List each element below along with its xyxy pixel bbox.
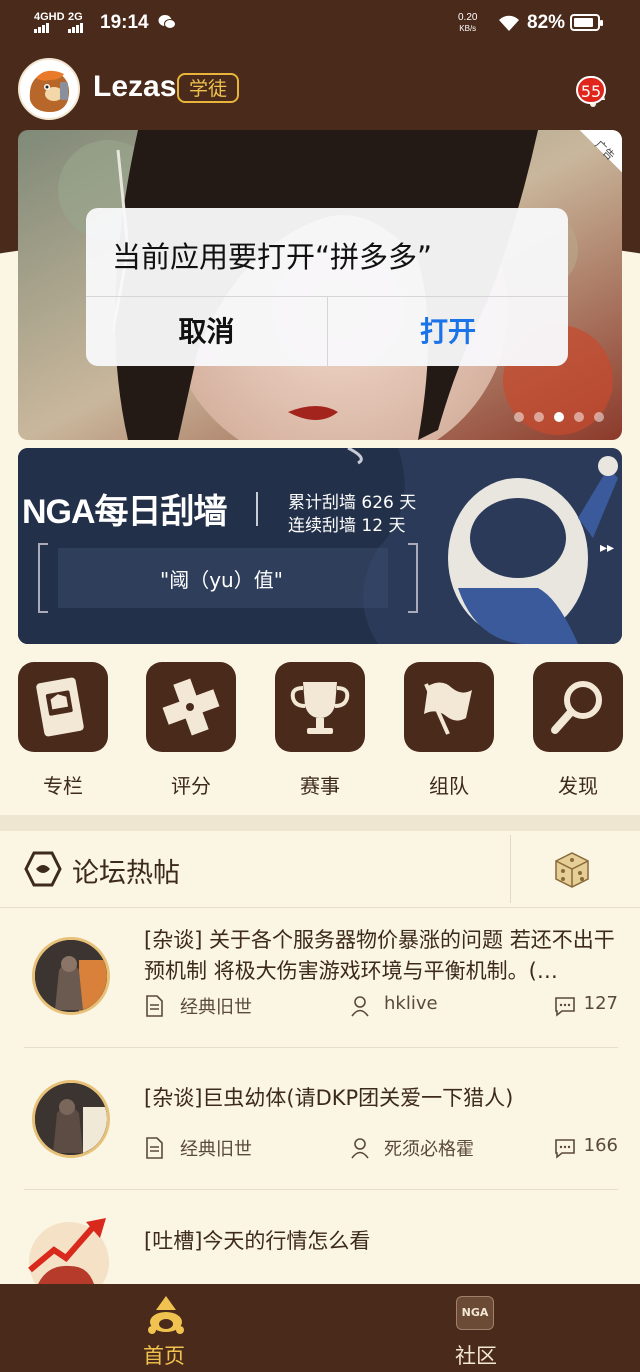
battery-icon — [570, 14, 603, 31]
avatar-character-icon — [20, 60, 78, 118]
nga-signin-logo: NGA每日刮墙 — [22, 493, 228, 531]
board-doc-icon — [146, 995, 163, 1017]
rank-badge: 学徒 — [177, 73, 240, 103]
network-speed-value: 0.20 — [458, 12, 478, 23]
hunter-avatar-icon — [35, 1083, 107, 1155]
username[interactable]: Lezas — [93, 70, 176, 104]
trophy-icon[interactable] — [275, 662, 365, 752]
shortcut-label: 发现 — [558, 774, 598, 798]
flag-team-icon[interactable] — [404, 662, 494, 752]
post-divider — [24, 1189, 618, 1190]
network-label-2: 2G — [68, 11, 83, 23]
bottom-tab-bar: 首页 NGA 社区 — [0, 1284, 640, 1372]
bull-market-avatar-icon — [28, 1218, 109, 1284]
post-board[interactable]: 经典旧世 — [180, 1135, 252, 1161]
header-divider — [510, 835, 511, 903]
comment-bubble-icon — [555, 1139, 575, 1159]
signin-background — [18, 448, 622, 644]
section-title: 论坛热帖 — [72, 858, 180, 889]
signin-divider — [256, 492, 258, 526]
carousel-indicator — [514, 412, 604, 422]
open-button[interactable]: 打开 — [328, 297, 568, 366]
warrior-avatar-icon — [35, 940, 107, 1012]
signal-bars-icon — [68, 23, 84, 36]
cancel-button[interactable]: 取消 — [86, 297, 327, 366]
wechat-notification-icon — [158, 15, 176, 29]
tab-community-label: 社区 — [455, 1344, 497, 1368]
clock: 19:14 — [100, 12, 149, 33]
signal-bars-icon — [34, 23, 50, 36]
open-app-dialog: 当前应用要打开“拼多多” 取消 打开 — [86, 208, 568, 366]
wifi-icon — [499, 15, 519, 31]
network-label-1: 4GHD — [34, 11, 65, 23]
comment-bubble-icon — [555, 997, 575, 1017]
signal-4g: 4GHD — [34, 12, 65, 36]
home-paw-icon — [148, 1296, 184, 1334]
column-book-icon[interactable] — [18, 662, 108, 752]
carousel-dot — [534, 412, 544, 422]
post-author-avatar[interactable] — [32, 937, 110, 1015]
post-board[interactable]: 经典旧世 — [180, 993, 252, 1019]
community-nga-icon: NGA — [456, 1296, 494, 1330]
post-reply-count: 127 — [583, 993, 618, 1014]
carousel-dot — [514, 412, 524, 422]
user-avatar[interactable] — [18, 58, 80, 120]
post-author[interactable]: hklive — [384, 993, 438, 1014]
post-author-avatar[interactable] — [32, 1080, 110, 1158]
author-person-icon — [351, 1138, 369, 1159]
magnifier-discover-icon[interactable] — [533, 662, 623, 752]
signal-2g: 2G — [68, 12, 84, 36]
battery-percent: 82% — [527, 12, 566, 33]
shortcut-label: 组队 — [429, 774, 469, 798]
board-doc-icon — [146, 1137, 163, 1159]
post-meta: 经典旧世 死须必格霍 166 — [144, 1135, 618, 1163]
tab-community[interactable]: NGA 社区 — [316, 1284, 636, 1372]
post-author[interactable]: 死须必格霍 — [384, 1135, 474, 1161]
quote-bracket-left — [38, 543, 48, 613]
tab-home-label: 首页 — [143, 1344, 185, 1368]
carousel-dot — [594, 412, 604, 422]
streak-signin-days: 连续刮墙 12 天 — [288, 516, 406, 536]
notification-count-badge: 55 — [576, 76, 606, 104]
daily-word: "阈（yu）值" — [160, 568, 283, 592]
quote-bracket-right — [408, 543, 418, 613]
shortcut-row: 专栏 评分 赛事 组队 发现 — [0, 662, 640, 802]
network-speed: 0.20 KB/s — [458, 12, 477, 34]
chevron-right-icon: ▸▸ — [600, 540, 615, 556]
shortcut-label: 赛事 — [300, 774, 340, 798]
gamepad-rating-icon[interactable] — [146, 662, 236, 752]
daily-signin-card[interactable]: NGA每日刮墙 累计刮墙 626 天 连续刮墙 12 天 "阈（yu）值" ▸▸ — [18, 448, 622, 644]
status-bar: 4GHD 2G 19:14 0.20 KB/s 82% — [0, 0, 640, 48]
nga-forum-icon — [24, 851, 62, 887]
community-icon-text: NGA — [461, 1306, 489, 1319]
network-speed-unit: KB/s — [459, 24, 477, 33]
post-title[interactable]: [杂谈]巨虫幼体(请DKP团关爱一下猎人) — [144, 1083, 618, 1114]
total-signin-days: 累计刮墙 626 天 — [288, 493, 417, 513]
post-reply-count: 166 — [583, 1135, 618, 1156]
carousel-dot — [574, 412, 584, 422]
dice-random-icon[interactable] — [552, 849, 592, 889]
post-title[interactable]: [吐槽]今天的行情怎么看 — [144, 1226, 618, 1257]
post-title[interactable]: [杂谈] 关于各个服务器物价暴涨的问题 若还不出干预机制 将极大伤害游戏环境与平… — [144, 925, 618, 987]
shortcut-label: 专栏 — [43, 774, 83, 798]
shortcut-label: 评分 — [171, 774, 211, 798]
carousel-dot-active — [554, 412, 564, 422]
dialog-message: 当前应用要打开“拼多多” — [112, 240, 433, 274]
section-separator — [0, 815, 640, 831]
ad-label: 广告 — [562, 130, 622, 190]
author-person-icon — [351, 996, 369, 1017]
tab-home[interactable]: 首页 — [4, 1284, 324, 1372]
hot-posts-header: 论坛热帖 — [0, 831, 640, 908]
post-divider — [24, 1047, 618, 1048]
post-meta: 经典旧世 hklive 127 — [144, 993, 618, 1021]
